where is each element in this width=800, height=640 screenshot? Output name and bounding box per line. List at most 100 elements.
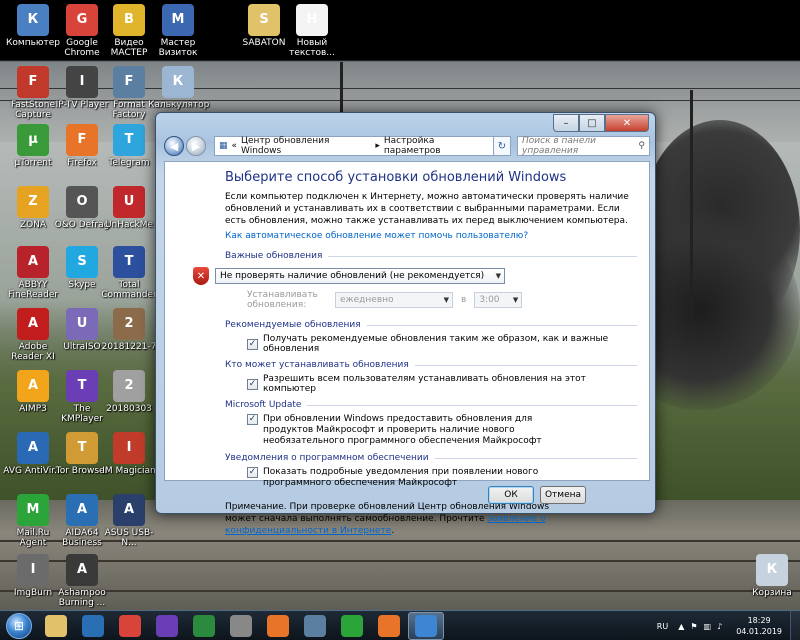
desktop-icon[interactable]: К Корзина: [742, 554, 800, 598]
desktop-icon[interactable]: 2 20181221-7: [99, 308, 159, 352]
microsoft-update-label: При обновлении Windows предоставить обно…: [263, 414, 542, 446]
chevron-down-icon: ▼: [495, 272, 501, 280]
settings-content: Выберите способ установки обновлений Win…: [164, 161, 650, 536]
install-schedule-row: Устанавливать обновления: ежедневно ▼ в …: [225, 290, 637, 310]
ok-button[interactable]: ОК: [488, 486, 534, 504]
search-icon: ⚲: [638, 141, 645, 151]
section-important-header: Важные обновления: [225, 251, 323, 261]
flag-icon[interactable]: ⚑: [690, 622, 697, 631]
defrag-icon: O: [66, 186, 98, 218]
zona-icon: Z: [17, 186, 49, 218]
desktop-icon[interactable]: К Калькулятор: [148, 66, 209, 110]
desktop-icon-label: IM Magician: [102, 466, 156, 476]
section-microsoft-update: Microsoft Update: [225, 400, 637, 410]
forward-button[interactable]: ▶: [186, 136, 206, 156]
video-master-icon: В: [113, 4, 145, 36]
taskbar-app-button[interactable]: [75, 612, 111, 640]
imgburn-icon: I: [17, 554, 49, 586]
network-icon[interactable]: ▥: [704, 622, 712, 631]
gear-app-icon: [156, 614, 178, 637]
desktop-icon-label: ASUS USB-N...: [104, 528, 154, 548]
folder-icon: S: [248, 4, 280, 36]
clock[interactable]: 18:29 04.01.2019: [736, 615, 782, 637]
recommended-label: Получать рекомендуемые обновления таким …: [263, 334, 609, 354]
recommended-checkbox[interactable]: ✓: [247, 338, 258, 350]
who-row: ✓ Разрешить всем пользователям устанавли…: [225, 374, 637, 394]
desktop-icon-label: Новый текстов...: [289, 38, 335, 58]
desktop-icon[interactable]: A ASUS USB-N...: [99, 494, 159, 548]
desktop-icon[interactable]: Н Новый текстов...: [282, 4, 342, 58]
install-frequency-value: ежедневно: [340, 295, 394, 305]
volume-icon[interactable]: ♪: [717, 622, 722, 631]
taskbar-apps: [38, 611, 445, 640]
install-at-label: в: [461, 295, 467, 305]
taskbar-app-button[interactable]: [297, 612, 333, 640]
telegram-icon: T: [113, 124, 145, 156]
solitaire-icon: [193, 614, 215, 637]
install-label: Устанавливать обновления:: [247, 290, 318, 310]
chrome-icon: [119, 614, 141, 637]
taskbar-app-button[interactable]: [112, 612, 148, 640]
calculator-icon: К: [162, 66, 194, 98]
show-desktop-button[interactable]: [790, 611, 800, 640]
aida64-icon: A: [66, 494, 98, 526]
firefox-icon: F: [66, 124, 98, 156]
intro-text: Если компьютер подключен к Интернету, мо…: [225, 192, 629, 226]
start-button[interactable]: ⊞: [0, 612, 38, 640]
photo-icon: 2: [113, 370, 145, 402]
language-indicator[interactable]: RU: [657, 622, 668, 631]
im-magician-icon: I: [113, 432, 145, 464]
all-users-checkbox[interactable]: ✓: [247, 378, 258, 390]
iptv-icon: I: [66, 66, 98, 98]
desktop-icon[interactable]: М Мастер Визиток: [148, 4, 208, 58]
taskbar-app-button[interactable]: [334, 612, 370, 640]
desktop-icon-label: 20181221-7: [101, 342, 157, 352]
desktop-icon[interactable]: T Telegram: [99, 124, 159, 168]
back-button[interactable]: ◀: [164, 136, 184, 156]
control-panel-icon: [415, 614, 437, 637]
install-time-value: 3:00: [479, 295, 500, 305]
section-who: Кто может устанавливать обновления: [225, 360, 637, 370]
desktop-icon[interactable]: I IM Magician: [99, 432, 159, 476]
breadcrumb-item-settings[interactable]: Настройка параметров: [384, 136, 493, 156]
install-frequency-select[interactable]: ежедневно ▼: [335, 292, 453, 308]
taskbar-app-button[interactable]: [149, 612, 185, 640]
tray-expand-icon[interactable]: ▲: [678, 622, 684, 631]
taskbar-app-button[interactable]: [223, 612, 259, 640]
wallpaper-rail: [0, 590, 800, 592]
important-updates-select[interactable]: Не проверять наличие обновлений (не реко…: [215, 268, 505, 284]
notifications-checkbox[interactable]: ✓: [247, 467, 258, 478]
address-bar: ◀ ▶ ▦ « Центр обновления Windows ▸ Настр…: [164, 135, 650, 157]
desktop-icon[interactable]: T Total Commander: [99, 246, 159, 300]
taskbar-app-button[interactable]: [186, 612, 222, 640]
windows-update-settings-window: – □ ✕ ◀ ▶ ▦ « Центр обновления Windows ▸…: [155, 112, 656, 536]
mixer-icon: [230, 614, 252, 637]
taskbar-app-button[interactable]: [371, 612, 407, 640]
desktop-icon[interactable]: 2 20180303: [99, 370, 159, 414]
refresh-icon[interactable]: ↻: [493, 136, 511, 156]
dialog-footer: ОК Отмена: [164, 481, 650, 509]
maximize-button[interactable]: □: [579, 114, 605, 132]
desktop-icon[interactable]: A Ashampoo Burning ...: [52, 554, 112, 608]
taskbar-app-button[interactable]: [408, 611, 444, 640]
search-input[interactable]: Поиск в панели управления ⚲: [517, 136, 650, 156]
install-time-select[interactable]: 3:00 ▼: [474, 292, 523, 308]
minimize-button[interactable]: –: [553, 114, 579, 132]
microsoft-update-checkbox[interactable]: ✓: [247, 414, 258, 425]
media-player-icon: [267, 614, 289, 637]
clock-time: 18:29: [747, 616, 771, 625]
chrome-icon: G: [66, 4, 98, 36]
taskbar-app-button[interactable]: [38, 612, 74, 640]
breadcrumb[interactable]: ▦ « Центр обновления Windows ▸ Настройка…: [214, 136, 494, 156]
cancel-button[interactable]: Отмена: [540, 486, 586, 504]
total-commander-icon: T: [113, 246, 145, 278]
section-who-header: Кто может устанавливать обновления: [225, 360, 409, 370]
format-factory-icon: F: [113, 66, 145, 98]
close-button[interactable]: ✕: [605, 114, 649, 132]
unhackme-icon: U: [113, 186, 145, 218]
desktop-icon[interactable]: U UnHackMe: [99, 186, 159, 230]
help-link[interactable]: Как автоматическое обновление может помо…: [225, 231, 637, 241]
taskbar-app-button[interactable]: [260, 612, 296, 640]
breadcrumb-item-windows-update[interactable]: Центр обновления Windows: [241, 136, 371, 156]
text-file-icon: Н: [296, 4, 328, 36]
